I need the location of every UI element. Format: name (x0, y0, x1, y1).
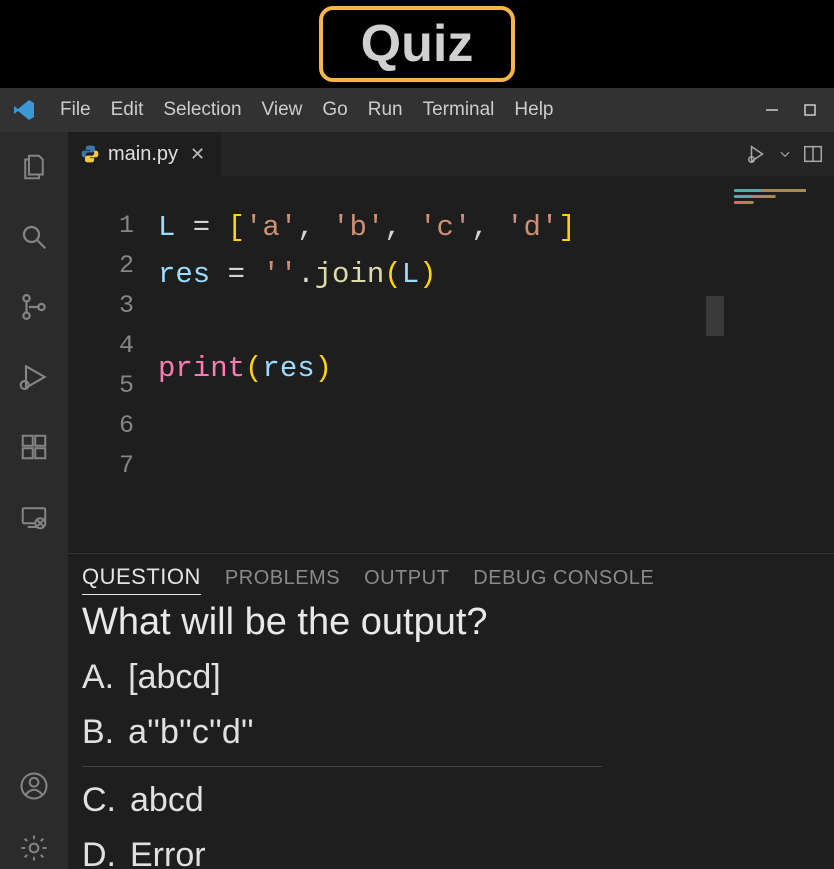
tab-label: main.py (108, 143, 178, 166)
activity-bar (0, 132, 68, 869)
gear-icon[interactable] (17, 831, 51, 865)
extensions-icon[interactable] (17, 430, 51, 464)
debug-icon[interactable] (17, 360, 51, 394)
minimap[interactable] (730, 186, 828, 336)
vscode-logo-icon (12, 98, 36, 122)
title-bar: File Edit Selection View Go Run Terminal… (0, 88, 834, 132)
menu-help[interactable]: Help (504, 93, 563, 127)
line-gutter: 1 2 3 4 5 6 7 (68, 204, 158, 553)
menu-run[interactable]: Run (358, 93, 413, 127)
menu-bar: File Edit Selection View Go Run Terminal… (50, 93, 564, 127)
maximize-icon[interactable] (802, 102, 818, 118)
quiz-banner: Quiz (0, 0, 834, 88)
answer-options: A. [abcd] B. a''b''c''d'' C. abcd D. Err… (82, 654, 820, 869)
files-icon[interactable] (17, 150, 51, 184)
minimize-icon[interactable] (764, 102, 780, 118)
menu-file[interactable]: File (50, 93, 101, 127)
menu-go[interactable]: Go (312, 93, 357, 127)
menu-view[interactable]: View (252, 93, 313, 127)
panel-tab-question[interactable]: QUESTION (82, 564, 201, 595)
panel-tab-problems[interactable]: PROBLEMS (225, 567, 340, 594)
python-icon (80, 144, 100, 164)
code-editor[interactable]: 1 2 3 4 5 6 7 L = ['a', 'b', 'c', 'd']re… (68, 176, 834, 553)
option-c[interactable]: C. abcd (82, 777, 820, 824)
scrollbar-thumb[interactable] (706, 296, 724, 336)
search-icon[interactable] (17, 220, 51, 254)
quiz-title: Quiz (319, 6, 516, 82)
run-debug-icon[interactable] (746, 143, 768, 165)
option-divider (82, 766, 602, 767)
close-icon[interactable]: ✕ (186, 144, 209, 165)
menu-edit[interactable]: Edit (101, 93, 154, 127)
option-d[interactable]: D. Error (82, 832, 820, 869)
window-controls (764, 102, 818, 118)
account-icon[interactable] (17, 769, 51, 803)
menu-terminal[interactable]: Terminal (413, 93, 505, 127)
option-a[interactable]: A. [abcd] (82, 654, 820, 701)
editor-tabs: main.py ✕ (68, 132, 834, 176)
panel-tabs: QUESTION PROBLEMS OUTPUT DEBUG CONSOLE (82, 564, 820, 595)
remote-icon[interactable] (17, 500, 51, 534)
menu-selection[interactable]: Selection (153, 93, 251, 127)
source-control-icon[interactable] (17, 290, 51, 324)
split-editor-icon[interactable] (802, 143, 824, 165)
panel-tab-debug-console[interactable]: DEBUG CONSOLE (473, 567, 654, 594)
option-b[interactable]: B. a''b''c''d'' (82, 709, 820, 756)
bottom-panel: QUESTION PROBLEMS OUTPUT DEBUG CONSOLE W… (68, 553, 834, 869)
code-content: L = ['a', 'b', 'c', 'd']res = ''.join(L)… (158, 204, 576, 553)
panel-tab-output[interactable]: OUTPUT (364, 567, 449, 594)
question-text: What will be the output? (82, 601, 820, 644)
chevron-down-icon[interactable] (778, 147, 792, 161)
tab-main-py[interactable]: main.py ✕ (68, 132, 221, 176)
